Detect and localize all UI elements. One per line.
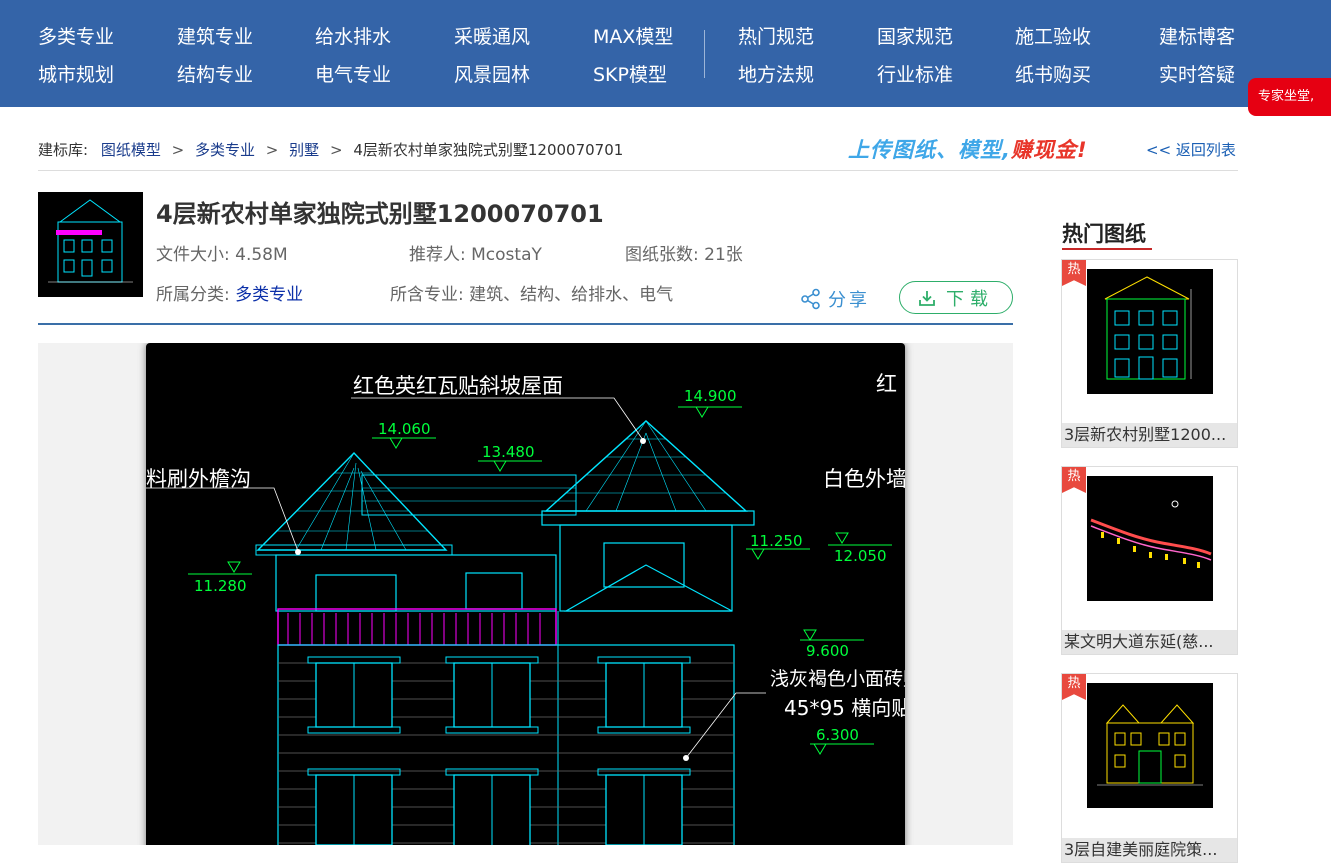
nav-item[interactable]: 结构专业 xyxy=(177,60,253,87)
majors: 所含专业: 建筑、结构、给排水、电气 xyxy=(390,280,673,305)
nav-item[interactable]: 国家规范 xyxy=(877,22,953,49)
share-icon xyxy=(801,288,820,310)
nav-item[interactable]: MAX模型 xyxy=(593,22,673,49)
elevation-mark: 9.600 xyxy=(806,642,849,660)
nav-divider xyxy=(704,30,705,78)
nav-item[interactable]: SKP模型 xyxy=(593,60,667,87)
drawing-preview[interactable]: 红色英红瓦贴斜坡屋面 红 料刷外檐沟 白色外墙 浅灰褐色小面砖贴 45*95 横… xyxy=(146,343,905,845)
upload-promo-banner[interactable]: 上传图纸、模型,赚现金! xyxy=(848,134,1088,164)
file-size-label: 文件大小: xyxy=(156,245,230,265)
cad-elevation-drawing: 红色英红瓦贴斜坡屋面 红 料刷外檐沟 白色外墙 浅灰褐色小面砖贴 45*95 横… xyxy=(146,372,905,845)
drawing-label: 料刷外檐沟 xyxy=(146,467,251,491)
hot-badge: 热 xyxy=(1062,674,1086,700)
hot-drawing-caption: 某文明大道东延(慈... xyxy=(1062,630,1237,654)
hot-badge: 热 xyxy=(1062,260,1086,286)
nav-item[interactable]: 施工验收 xyxy=(1015,22,1091,49)
elevation-mark: 6.300 xyxy=(816,726,859,744)
hot-drawing-caption: 3层新农村别墅1200... xyxy=(1062,423,1237,447)
category-link[interactable]: 多类专业 xyxy=(235,285,303,305)
hot-drawing-image xyxy=(1087,476,1213,601)
breadcrumb-separator: > xyxy=(329,141,343,159)
nav-item[interactable]: 电气专业 xyxy=(315,60,391,87)
promo-highlight: 赚现金! xyxy=(1010,138,1088,162)
nav-item[interactable]: 风景园林 xyxy=(454,60,530,87)
breadcrumb-current: 4层新农村单家独院式别墅1200070701 xyxy=(353,141,624,159)
nav-item[interactable]: 建筑专业 xyxy=(177,22,253,49)
hot-drawings-title: 热门图纸 xyxy=(1062,222,1146,246)
drawing-label: 浅灰褐色小面砖贴 xyxy=(770,668,905,690)
nav-item[interactable]: 采暖通风 xyxy=(454,22,530,49)
title-underline xyxy=(1062,248,1152,250)
majors-label: 所含专业: xyxy=(390,285,464,305)
expert-badge[interactable]: 专家坐堂, xyxy=(1248,78,1331,116)
sheet-count: 图纸张数: 21张 xyxy=(625,240,743,265)
hot-drawing-card[interactable]: 热 3层自建美丽庭院策... xyxy=(1061,673,1238,863)
breadcrumb-root: 建标库: xyxy=(38,141,89,159)
top-navigation: 多类专业 建筑专业 给水排水 采暖通风 MAX模型 热门规范 国家规范 施工验收… xyxy=(0,0,1331,107)
breadcrumb-separator: > xyxy=(265,141,279,159)
file-size-value: 4.58M xyxy=(235,245,288,265)
category: 所属分类: 多类专业 xyxy=(156,280,303,305)
elevation-mark: 11.250 xyxy=(750,532,803,550)
category-label: 所属分类: xyxy=(156,285,230,305)
breadcrumb-separator: > xyxy=(171,141,185,159)
recommender-label: 推荐人: xyxy=(409,245,466,265)
recommender: 推荐人: McostaY xyxy=(409,240,542,265)
share-label: 分享 xyxy=(828,290,870,311)
nav-item[interactable]: 给水排水 xyxy=(315,22,391,49)
elevation-mark: 12.050 xyxy=(834,547,887,565)
nav-item[interactable]: 地方法规 xyxy=(738,60,814,87)
majors-value: 建筑、结构、给排水、电气 xyxy=(469,285,674,305)
drawing-label: 45*95 横向贴 xyxy=(784,696,905,720)
breadcrumb-link[interactable]: 多类专业 xyxy=(195,141,255,159)
thumbnail-image xyxy=(48,199,133,283)
hot-drawing-card[interactable]: 热 3层新农村别墅1200... xyxy=(1061,259,1238,448)
drawing-thumbnail[interactable] xyxy=(38,192,143,297)
recommender-value: McostaY xyxy=(471,245,542,265)
sheet-count-value: 21张 xyxy=(704,245,743,265)
back-to-list-link[interactable]: << 返回列表 xyxy=(1146,139,1236,160)
nav-item[interactable]: 城市规划 xyxy=(38,60,114,87)
elevation-mark: 14.900 xyxy=(684,387,737,405)
hot-drawing-card[interactable]: 热 某文明大道东延(慈... xyxy=(1061,466,1238,655)
drawing-label: 红 xyxy=(876,372,897,396)
nav-item[interactable]: 实时答疑 xyxy=(1159,60,1235,87)
section-divider xyxy=(38,323,1013,325)
sheet-count-label: 图纸张数: xyxy=(625,245,699,265)
preview-area: 红色英红瓦贴斜坡屋面 红 料刷外檐沟 白色外墙 浅灰褐色小面砖贴 45*95 横… xyxy=(38,343,1013,845)
breadcrumb: 建标库: 图纸模型 > 多类专业 > 别墅 > 4层新农村单家独院式别墅1200… xyxy=(38,139,623,160)
share-button[interactable]: 分享 xyxy=(800,286,870,312)
download-button[interactable]: 下载 xyxy=(899,281,1013,314)
breadcrumb-link[interactable]: 别墅 xyxy=(289,141,319,159)
promo-text: 上传图纸、模型, xyxy=(848,138,1011,162)
elevation-mark: 14.060 xyxy=(378,420,431,438)
breadcrumb-link[interactable]: 图纸模型 xyxy=(101,141,161,159)
hot-drawing-image xyxy=(1087,269,1213,394)
drawing-label: 红色英红瓦贴斜坡屋面 xyxy=(353,374,563,398)
hot-badge: 热 xyxy=(1062,467,1086,493)
download-icon xyxy=(919,290,935,306)
elevation-mark: 13.480 xyxy=(482,443,535,461)
nav-item[interactable]: 纸书购买 xyxy=(1015,60,1091,87)
file-size: 文件大小: 4.58M xyxy=(156,240,288,265)
drawing-label: 白色外墙 xyxy=(823,467,905,491)
nav-item[interactable]: 建标博客 xyxy=(1159,22,1235,49)
divider xyxy=(38,170,1238,171)
nav-item[interactable]: 行业标准 xyxy=(877,60,953,87)
elevation-mark: 11.280 xyxy=(194,577,247,595)
nav-item[interactable]: 多类专业 xyxy=(38,22,114,49)
hot-drawing-caption: 3层自建美丽庭院策... xyxy=(1062,838,1237,862)
nav-item[interactable]: 热门规范 xyxy=(738,22,814,49)
hot-drawing-image xyxy=(1087,683,1213,808)
page-title: 4层新农村单家独院式别墅1200070701 xyxy=(156,200,604,228)
download-label: 下载 xyxy=(946,288,994,310)
